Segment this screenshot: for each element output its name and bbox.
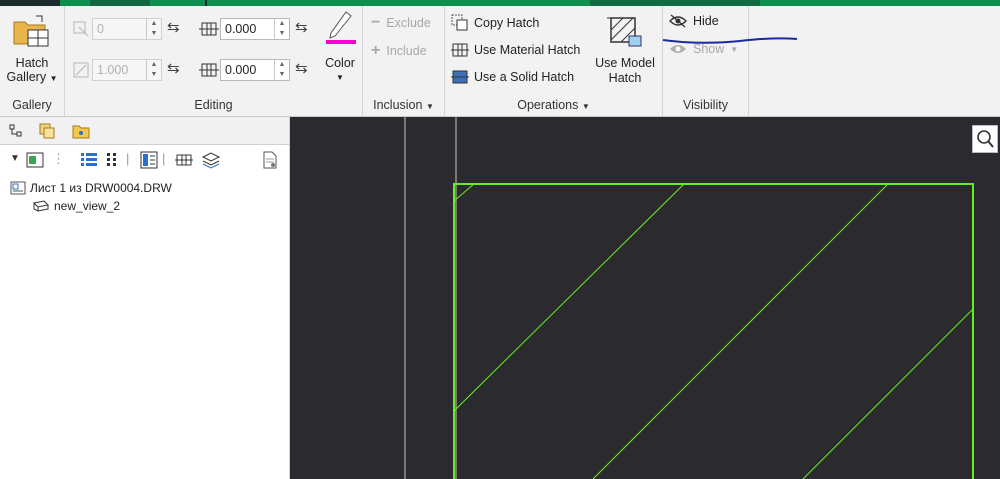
hatch-gallery-label-2: Gallery ▼ (6, 70, 58, 84)
visibility-group: Hide Show ▼ Visibility (663, 6, 749, 116)
tree-root-label: Лист 1 из DRW0004.DRW (30, 181, 172, 195)
offset-switch-icon[interactable]: ⇆ (295, 59, 308, 77)
color-label: Color (325, 56, 355, 70)
expand-arrow-icon[interactable]: ▼ (10, 153, 20, 164)
hatch-boundary[interactable] (453, 183, 974, 479)
hatch-gallery-icon (13, 15, 49, 47)
drawing-svg (404, 117, 974, 479)
scale-icon (73, 62, 89, 78)
include-button[interactable]: + Include (371, 42, 427, 60)
offset-input[interactable]: 0.000 ▲ ▼ (220, 59, 290, 81)
hide-label: Hide (693, 14, 719, 28)
scale-switch-icon[interactable]: ⇆ (167, 59, 180, 77)
document-settings-icon[interactable] (262, 151, 278, 169)
tab-tree-icon[interactable] (8, 123, 24, 139)
hide-button[interactable]: Hide (669, 14, 719, 28)
separator: | (162, 151, 166, 166)
visibility-group-label: Visibility (683, 98, 728, 112)
color-button[interactable]: Color ▼ (318, 6, 362, 92)
use-material-hatch-button[interactable]: Use Material Hatch (451, 41, 580, 59)
offset-icon (199, 63, 219, 77)
sidebar-toolbar: ▼ ⋮ | | (0, 145, 289, 175)
chevron-down-icon: ▼ (49, 74, 58, 83)
scale-spinner-arrows[interactable]: ▲ ▼ (146, 60, 161, 80)
sidebar-tabs (0, 117, 289, 145)
use-solid-hatch-label: Use a Solid Hatch (474, 70, 575, 84)
tree-dots-icon[interactable] (106, 152, 118, 168)
gallery-group-label: Gallery (12, 98, 52, 112)
use-model-hatch-button[interactable]: Use Model Hatch (590, 10, 660, 90)
magnifier-icon (977, 130, 994, 148)
material-hatch-icon (451, 43, 469, 57)
drawing-canvas[interactable] (290, 117, 1000, 479)
hatch-filter-icon[interactable] (175, 152, 193, 168)
angle-icon (73, 21, 89, 37)
sheet-icon[interactable] (26, 152, 44, 168)
copy-hatch-button[interactable]: Copy Hatch (451, 14, 539, 32)
gallery-group: Hatch Gallery ▼ Gallery (0, 6, 65, 116)
spacing-spinner-arrows[interactable]: ▲ ▼ (274, 19, 289, 39)
use-model-hatch-label: Use Model Hatch (595, 56, 655, 85)
spacing-switch-icon[interactable]: ⇆ (295, 18, 308, 36)
model-tree-panel: ▼ ⋮ | | Лист 1 из DRW0004.DRW new_view_2 (0, 117, 290, 479)
minus-icon: − (371, 14, 381, 31)
separator: | (126, 151, 130, 166)
use-solid-hatch-button[interactable]: Use a Solid Hatch (451, 68, 574, 86)
angle-switch-icon[interactable]: ⇆ (167, 18, 180, 36)
tree-item-view[interactable]: new_view_2 (32, 199, 120, 213)
chevron-down-icon: ▼ (425, 102, 434, 111)
inclusion-group: − Exclude + Include Inclusion ▼ (363, 6, 445, 116)
angle-spinner-arrows[interactable]: ▲ ▼ (146, 19, 161, 39)
drawing-view-icon (32, 200, 50, 212)
angle-input[interactable]: 0 ▲ ▼ (92, 18, 162, 40)
tab-layers-icon[interactable] (38, 122, 56, 140)
inclusion-group-label[interactable]: Inclusion ▼ (363, 98, 444, 112)
columns-icon[interactable] (140, 151, 158, 169)
hatch-gallery-button[interactable]: Hatch Gallery ▼ (0, 56, 64, 84)
scale-input[interactable]: 1.000 ▲ ▼ (92, 59, 162, 81)
tree-child-label: new_view_2 (54, 199, 121, 213)
exclude-button[interactable]: − Exclude (371, 14, 431, 32)
ribbon: Hatch Gallery ▼ Gallery 0 ▲ ▼ ⇆ 1.000 ▲ ▼ … (0, 6, 1000, 117)
pen-icon (326, 11, 356, 44)
zoom-button[interactable] (972, 125, 998, 153)
hatch-gallery-label-1: Hatch (15, 56, 49, 70)
tree-list-icon[interactable] (80, 152, 98, 168)
drawing-sheet-icon (10, 181, 26, 195)
chevron-down-icon: ▼ (336, 73, 344, 82)
exclude-label: Exclude (386, 16, 431, 30)
editing-group: 0 ▲ ▼ ⇆ 1.000 ▲ ▼ ⇆ 0.000 ▲ ▼ ⇆ 0.000 ▲ … (65, 6, 363, 116)
editing-group-label: Editing (194, 98, 233, 112)
hatch-pattern[interactable] (454, 184, 973, 479)
chevron-down-icon: ▼ (581, 102, 590, 111)
separator: ⋮ (52, 151, 65, 166)
spacing-input[interactable]: 0.000 ▲ ▼ (220, 18, 290, 40)
annotation-underline (662, 37, 798, 44)
spacing-icon (199, 22, 219, 36)
include-label: Include (386, 44, 427, 58)
operations-group: Copy Hatch Use Material Hatch Use a Soli… (445, 6, 663, 116)
offset-spinner-arrows[interactable]: ▲ ▼ (274, 60, 289, 80)
plus-icon: + (371, 42, 381, 59)
use-material-hatch-label: Use Material Hatch (474, 43, 581, 57)
tree-item-sheet[interactable]: Лист 1 из DRW0004.DRW (10, 181, 172, 195)
copy-hatch-icon (451, 14, 468, 31)
layers-stack-icon[interactable] (201, 151, 221, 169)
operations-group-label[interactable]: Operations ▼ (445, 98, 662, 112)
eye-slash-icon (669, 14, 687, 28)
model-hatch-icon (607, 17, 642, 47)
solid-hatch-icon (451, 70, 469, 84)
copy-hatch-label: Copy Hatch (474, 16, 540, 30)
tab-folder-icon[interactable] (72, 122, 90, 140)
